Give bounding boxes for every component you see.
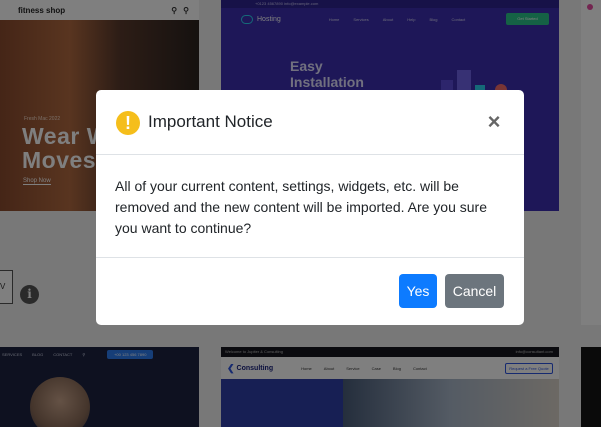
cancel-button[interactable]: Cancel [445, 274, 504, 308]
warning-icon: ! [116, 111, 140, 135]
close-button[interactable]: × [486, 111, 502, 133]
dialog-title: Important Notice [148, 112, 273, 131]
dialog-message: All of your current content, settings, w… [96, 155, 524, 258]
important-notice-dialog: ! Important Notice × All of your current… [96, 90, 524, 325]
dialog-footer: Yes Cancel [96, 258, 524, 325]
dialog-header: ! Important Notice × [96, 90, 524, 155]
yes-button[interactable]: Yes [399, 274, 437, 308]
